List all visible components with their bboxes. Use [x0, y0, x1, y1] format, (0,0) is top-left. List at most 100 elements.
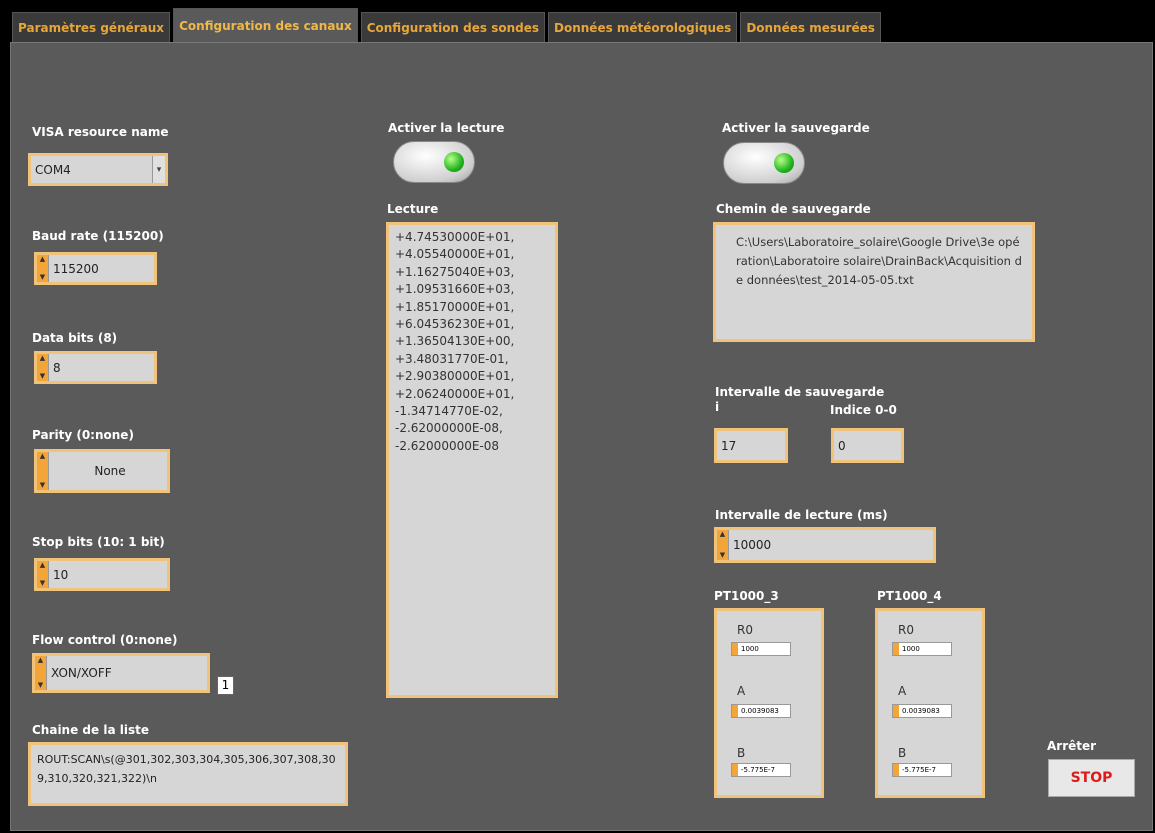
tab-donnees-mesurees[interactable]: Données mesurées [740, 12, 881, 42]
spinner-icon[interactable] [732, 643, 738, 655]
pt1000-3-r0-field[interactable]: 1000 [731, 642, 791, 656]
stop-bits-field[interactable]: ▲ ▼ 10 [34, 558, 170, 591]
lecture-list: +4.74530000E+01, +4.05540000E+01, +1.16275… [395, 229, 549, 455]
databits-value: 8 [53, 360, 61, 375]
spinner-icon[interactable]: ▲ ▼ [37, 255, 49, 282]
lecture-line: -2.62000000E-08 [395, 438, 500, 453]
pt1000-3-cluster: R0 1000 A 0.0039083 B -5.775E-7 [714, 608, 824, 798]
pt1000-3-b-field[interactable]: -5.775E-7 [731, 763, 791, 777]
spinner-icon[interactable]: ▲ ▼ [37, 561, 49, 588]
tab-donnees-meteorologiques[interactable]: Données météorologiques [548, 12, 738, 42]
chaine-field[interactable]: ROUT:SCAN\s(@301,302,303,304,305,306,307… [28, 742, 348, 806]
intervalle-sauvegarde-label: Intervalle de sauvegarde [715, 385, 885, 399]
pt1000-4-a-label: A [898, 684, 907, 698]
spinner-icon[interactable] [893, 705, 899, 717]
stop-label: Arrêter [1047, 739, 1097, 753]
led-on-icon [444, 152, 464, 172]
parity-value: None [94, 464, 126, 478]
data-bits-field[interactable]: ▲ ▼ 8 [34, 351, 157, 384]
lecture-toggle-label: Activer la lecture [388, 121, 505, 135]
baud-value: 115200 [53, 261, 99, 276]
lecture-line: -2.62000000E-08, [395, 421, 503, 436]
lecture-line: +4.74530000E+01, [395, 230, 515, 244]
lecture-label: Lecture [387, 202, 439, 216]
flow-label: Flow control (0:none) [32, 633, 178, 647]
intervalle-sauvegarde-field[interactable]: 17 [714, 428, 788, 463]
lecture-line: +3.48031770E-01, [395, 351, 509, 366]
chaine-label: Chaine de la liste [32, 723, 149, 737]
dropdown-arrow-icon[interactable]: ▾ [152, 156, 165, 183]
tab-configuration-sondes[interactable]: Configuration des sondes [360, 12, 546, 42]
pt1000-4-r0-field[interactable]: 1000 [892, 642, 952, 656]
pt1000-3-a-label: A [737, 684, 746, 698]
pt1000-3-b-label: B [737, 746, 746, 760]
intervalle-lecture-label: Intervalle de lecture (ms) [715, 508, 888, 522]
chemin-value: C:\Users\Laboratoire_solaire\Google Driv… [736, 235, 1022, 287]
spinner-icon[interactable]: ▲ ▼ [37, 354, 49, 381]
pt1000-4-cluster: R0 1000 A 0.0039083 B -5.775E-7 [875, 608, 985, 798]
intervalle-lecture-value: 10000 [733, 538, 772, 552]
baud-label: Baud rate (115200) [32, 229, 164, 243]
lecture-line: +2.06240000E+01, [395, 386, 515, 401]
visa-resource-select[interactable]: COM4 ▾ [28, 153, 168, 186]
visa-label: VISA resource name [32, 125, 169, 139]
led-on-icon [774, 153, 794, 173]
lecture-line: +2.90380000E+01, [395, 369, 515, 384]
stopbits-value: 10 [53, 567, 69, 582]
lecture-line: +4.05540000E+01, [395, 247, 515, 262]
tab-parametres-generaux[interactable]: Paramètres généraux [12, 12, 171, 42]
intervalle-lecture-field[interactable]: ▲ ▼ 10000 [714, 527, 936, 563]
sauvegarde-toggle-switch[interactable] [723, 142, 805, 184]
stopbits-label: Stop bits (10: 1 bit) [32, 535, 165, 549]
pt1000-4-r0-value: 1000 [902, 645, 920, 653]
pt1000-4-a-value: 0.0039083 [902, 707, 940, 715]
databits-label: Data bits (8) [32, 331, 118, 345]
flow-value: XON/XOFF [51, 666, 112, 680]
intervalle-sauvegarde-sublabel: i [715, 400, 720, 414]
pt1000-3-label: PT1000_3 [714, 589, 779, 603]
lecture-line: +6.04536230E+01, [395, 317, 515, 332]
lecture-display[interactable]: +4.74530000E+01, +4.05540000E+01, +1.16275… [386, 222, 558, 698]
lecture-toggle-switch[interactable] [393, 141, 475, 183]
spinner-icon[interactable]: ▲ ▼ [37, 452, 49, 490]
tab-bar: Paramètres généraux Configuration des ca… [12, 8, 884, 42]
parity-label: Parity (0:none) [32, 428, 134, 442]
sauvegarde-toggle-label: Activer la sauvegarde [722, 121, 870, 135]
pt1000-4-b-label: B [898, 746, 907, 760]
chemin-label: Chemin de sauvegarde [716, 202, 871, 216]
indice-field: 0 [831, 428, 904, 463]
pt1000-4-b-field[interactable]: -5.775E-7 [892, 763, 952, 777]
pt1000-4-b-value: -5.775E-7 [902, 766, 936, 774]
pt1000-3-a-value: 0.0039083 [741, 707, 779, 715]
visa-value: COM4 [35, 162, 71, 177]
flow-index-indicator: 1 [217, 676, 234, 695]
spinner-icon[interactable] [893, 764, 899, 776]
spinner-icon[interactable] [893, 643, 899, 655]
lecture-line: +1.36504130E+00, [395, 334, 515, 349]
chemin-path-field[interactable]: C:\Users\Laboratoire_solaire\Google Driv… [713, 222, 1035, 342]
lecture-line: +1.09531660E+03, [395, 282, 515, 297]
spinner-icon[interactable] [732, 705, 738, 717]
indice-label: Indice 0-0 [830, 403, 897, 417]
pt1000-3-r0-value: 1000 [741, 645, 759, 653]
spinner-icon[interactable]: ▲ ▼ [35, 656, 47, 690]
pt1000-3-r0-label: R0 [737, 623, 753, 637]
spinner-icon[interactable] [732, 764, 738, 776]
baud-rate-field[interactable]: ▲ ▼ 115200 [34, 252, 157, 285]
lecture-line: +1.16275040E+03, [395, 264, 515, 279]
spinner-icon[interactable]: ▲ ▼ [717, 530, 729, 560]
lecture-line: -1.34714770E-02, [395, 404, 503, 419]
intervalle-sauvegarde-value: 17 [721, 438, 737, 453]
pt1000-4-a-field[interactable]: 0.0039083 [892, 704, 952, 718]
chaine-value: ROUT:SCAN\s(@301,302,303,304,305,306,307… [37, 753, 336, 785]
stop-button[interactable]: STOP [1048, 759, 1135, 797]
indice-value: 0 [838, 438, 846, 453]
parity-select[interactable]: ▲ ▼ None [34, 449, 170, 493]
tab-configuration-canaux[interactable]: Configuration des canaux [173, 8, 358, 42]
pt1000-4-r0-label: R0 [898, 623, 914, 637]
pt1000-3-b-value: -5.775E-7 [741, 766, 775, 774]
pt1000-4-label: PT1000_4 [877, 589, 942, 603]
flow-control-select[interactable]: ▲ ▼ XON/XOFF [32, 653, 210, 693]
lecture-line: +1.85170000E+01, [395, 299, 515, 314]
pt1000-3-a-field[interactable]: 0.0039083 [731, 704, 791, 718]
